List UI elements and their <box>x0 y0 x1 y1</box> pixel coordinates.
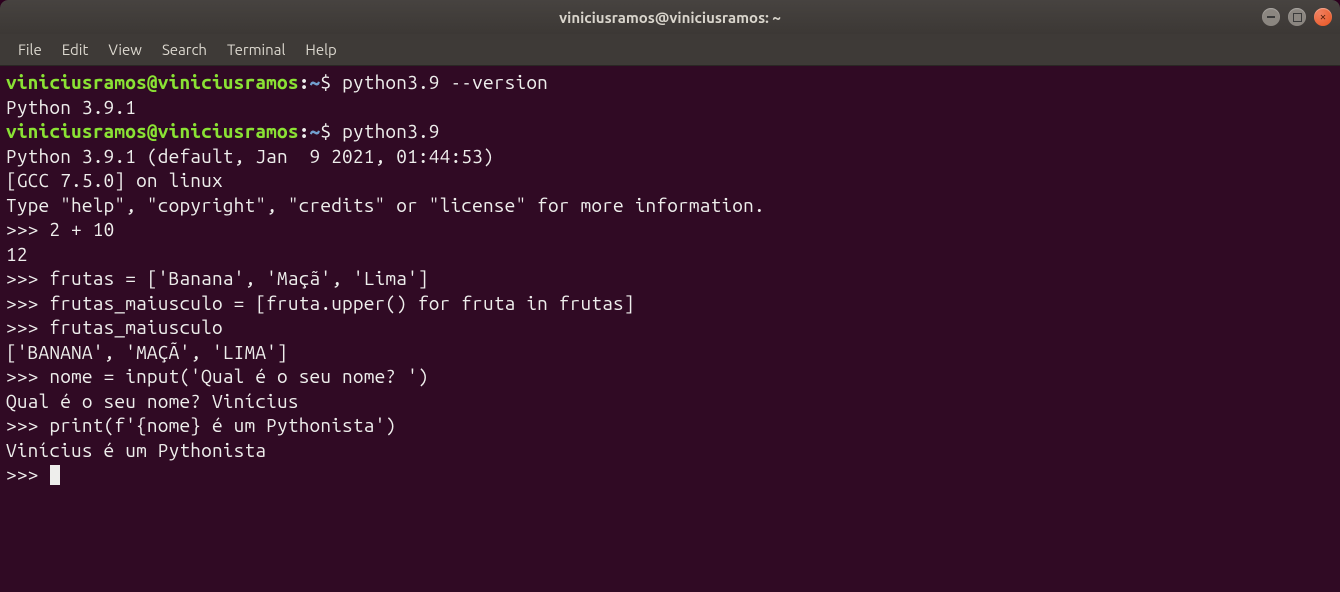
output-line: Vinícius é um Pythonista <box>6 438 1334 463</box>
menu-search[interactable]: Search <box>152 37 217 62</box>
window-controls <box>1262 8 1332 26</box>
menu-edit[interactable]: Edit <box>52 37 99 62</box>
repl-line: >>> 2 + 10 <box>6 217 1334 242</box>
output-line: 12 <box>6 242 1334 267</box>
command-text: python3.9 <box>342 120 440 142</box>
output-line: Python 3.9.1 (default, Jan 9 2021, 01:44… <box>6 144 1334 169</box>
repl-prompt: >>> <box>6 414 49 436</box>
repl-input: frutas = ['Banana', 'Maçã', 'Lima'] <box>49 267 428 289</box>
repl-line: >>> frutas_maiusculo = [fruta.upper() fo… <box>6 291 1334 316</box>
prompt-colon: : <box>299 71 310 93</box>
repl-line: >>> frutas = ['Banana', 'Maçã', 'Lima'] <box>6 266 1334 291</box>
cursor-icon <box>50 465 60 485</box>
maximize-icon[interactable] <box>1288 8 1306 26</box>
repl-prompt: >>> <box>6 316 49 338</box>
repl-input: 2 + 10 <box>49 218 114 240</box>
menu-file[interactable]: File <box>8 37 52 62</box>
repl-input: nome = input('Qual é o seu nome? ') <box>49 365 428 387</box>
repl-prompt: >>> <box>6 463 49 485</box>
repl-prompt: >>> <box>6 292 49 314</box>
menu-terminal[interactable]: Terminal <box>217 37 295 62</box>
repl-input: frutas_maiusculo <box>49 316 222 338</box>
prompt-dollar: $ <box>320 120 342 142</box>
shell-line: viniciusramos@viniciusramos:~$ python3.9 <box>6 119 1334 144</box>
prompt-dollar: $ <box>320 71 342 93</box>
prompt-path: ~ <box>310 71 321 93</box>
terminal-window: viniciusramos@viniciusramos: ~ File Edit… <box>0 0 1340 592</box>
prompt-at: @ <box>147 120 158 142</box>
repl-line: >>> nome = input('Qual é o seu nome? ') <box>6 364 1334 389</box>
repl-prompt: >>> <box>6 267 49 289</box>
repl-line: >>> frutas_maiusculo <box>6 315 1334 340</box>
prompt-host: viniciusramos <box>158 120 299 142</box>
minimize-icon[interactable] <box>1262 8 1280 26</box>
output-line: Python 3.9.1 <box>6 95 1334 120</box>
output-line: Type "help", "copyright", "credits" or "… <box>6 193 1334 218</box>
prompt-at: @ <box>147 71 158 93</box>
prompt-host: viniciusramos <box>158 71 299 93</box>
shell-line: viniciusramos@viniciusramos:~$ python3.9… <box>6 70 1334 95</box>
terminal-viewport[interactable]: viniciusramos@viniciusramos:~$ python3.9… <box>0 66 1340 592</box>
repl-prompt: >>> <box>6 218 49 240</box>
output-line: ['BANANA', 'MAÇÃ', 'LIMA'] <box>6 340 1334 365</box>
repl-prompt: >>> <box>6 365 49 387</box>
prompt-user: viniciusramos <box>6 71 147 93</box>
output-line: Qual é o seu nome? Vinícius <box>6 389 1334 414</box>
repl-input: frutas_maiusculo = [fruta.upper() for fr… <box>49 292 634 314</box>
menubar: File Edit View Search Terminal Help <box>0 34 1340 66</box>
window-title: viniciusramos@viniciusramos: ~ <box>559 9 781 26</box>
prompt-path: ~ <box>310 120 321 142</box>
output-line: [GCC 7.5.0] on linux <box>6 168 1334 193</box>
close-icon[interactable] <box>1314 8 1332 26</box>
repl-line: >>> print(f'{nome} é um Pythonista') <box>6 413 1334 438</box>
titlebar: viniciusramos@viniciusramos: ~ <box>0 0 1340 34</box>
menu-view[interactable]: View <box>98 37 152 62</box>
repl-input: print(f'{nome} é um Pythonista') <box>49 414 396 436</box>
repl-line-current[interactable]: >>> <box>6 462 1334 487</box>
prompt-colon: : <box>299 120 310 142</box>
prompt-user: viniciusramos <box>6 120 147 142</box>
menu-help[interactable]: Help <box>295 37 346 62</box>
command-text: python3.9 --version <box>342 71 548 93</box>
